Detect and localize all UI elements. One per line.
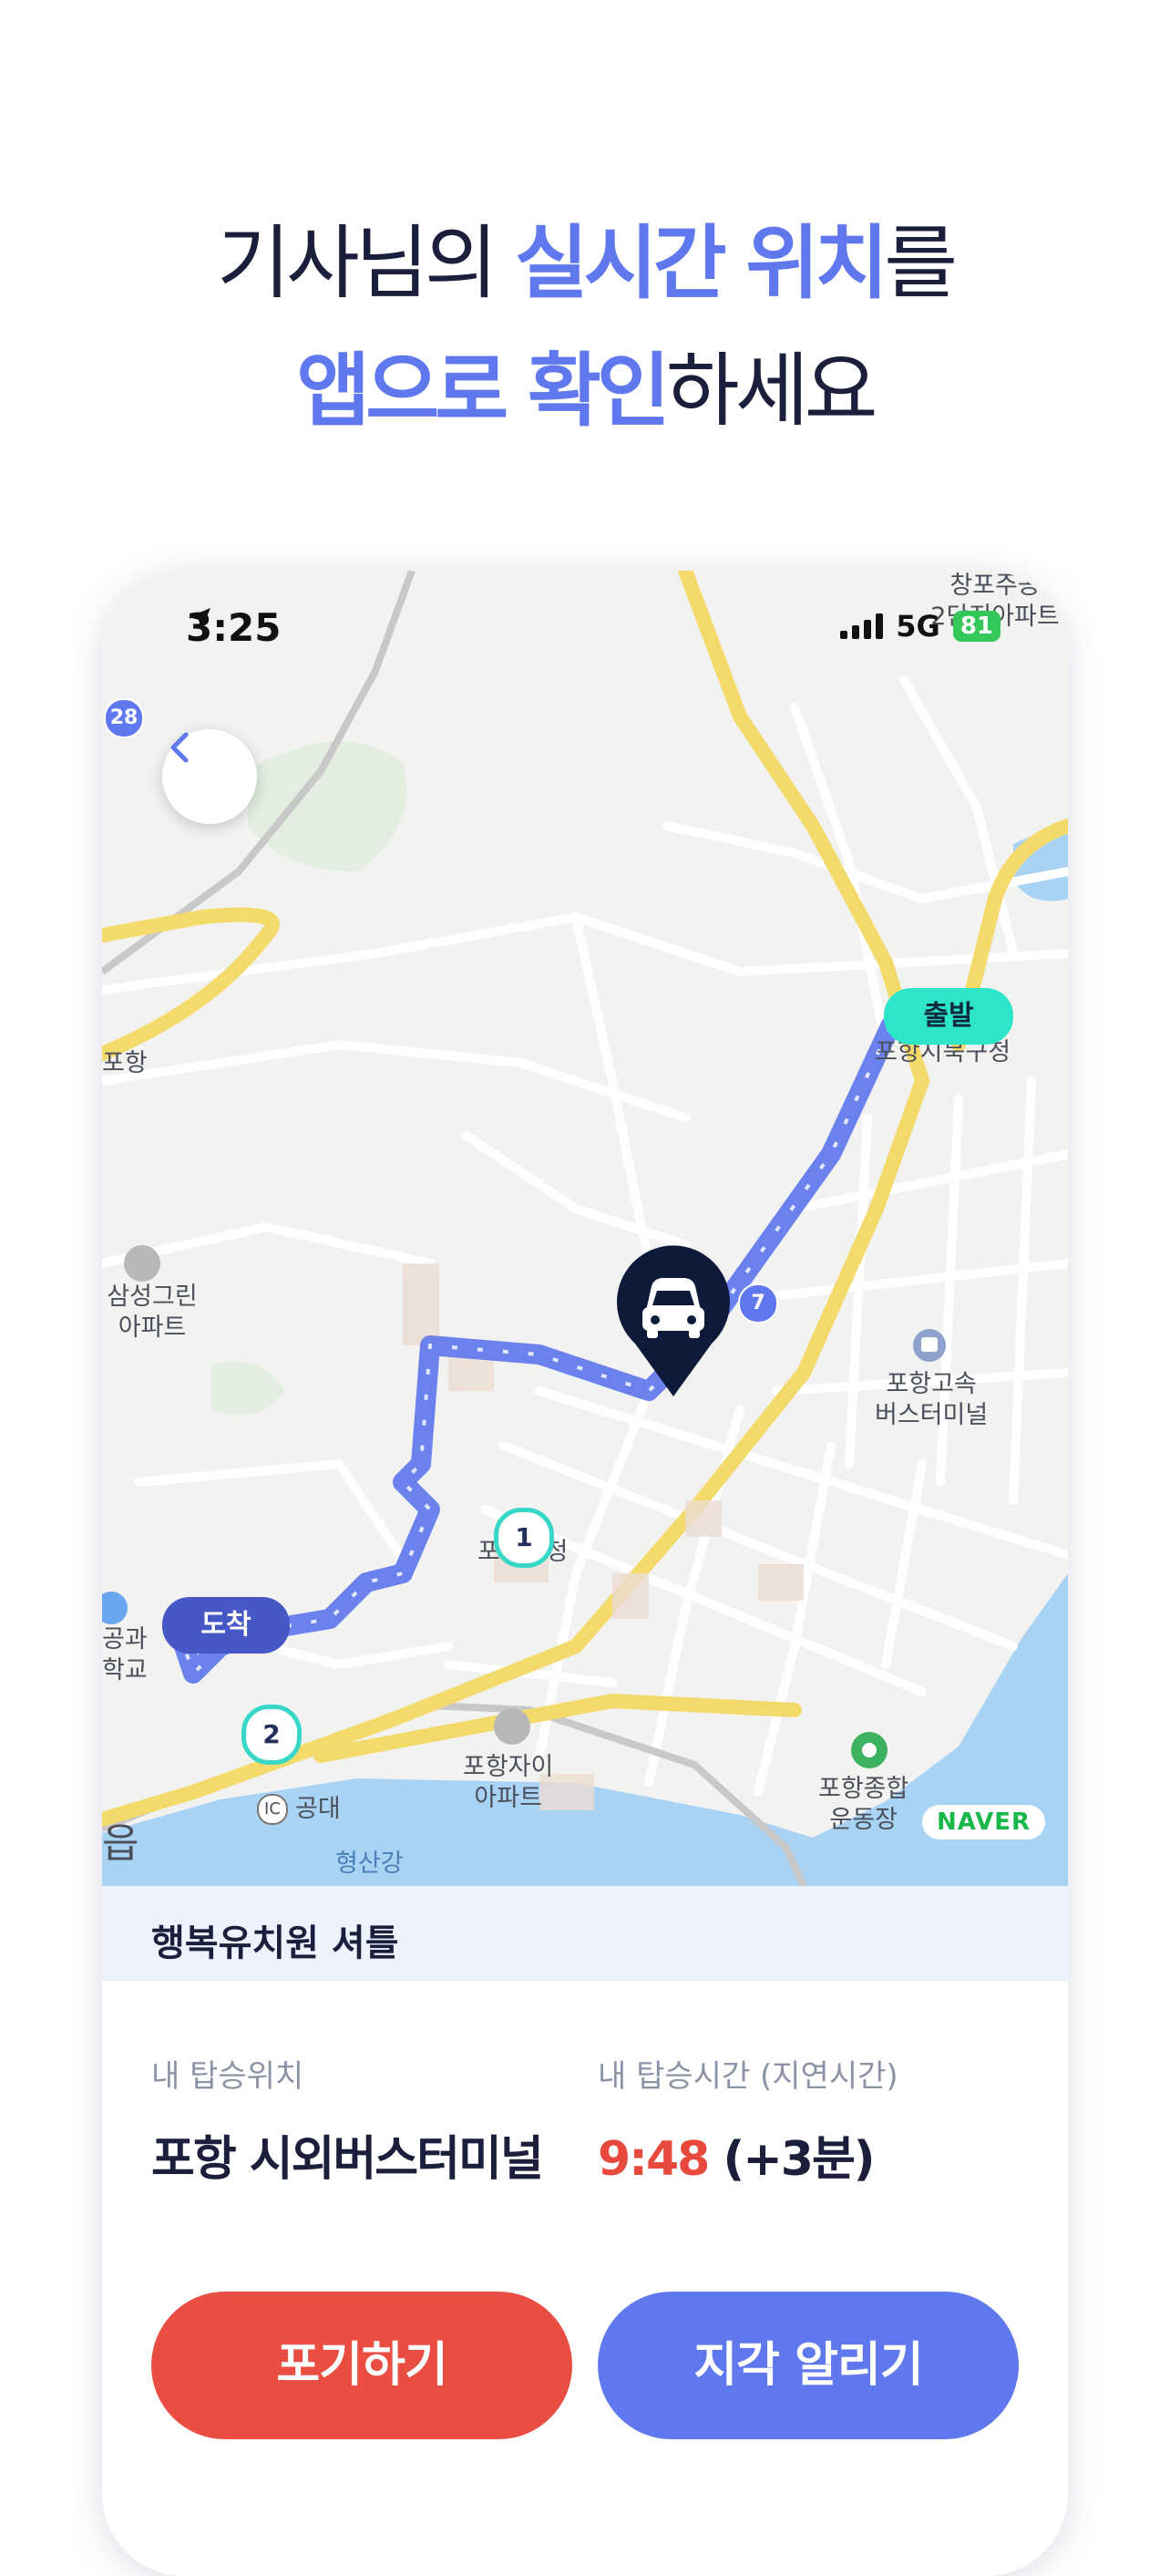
status-bar-time: 3:25 [186, 605, 281, 650]
place-label: 포항자이 아파트 [463, 1753, 554, 1812]
park-area [211, 1362, 284, 1416]
boarding-time: 9:48 [598, 2132, 710, 2187]
place-label: 공대 [295, 1795, 341, 1823]
headline-highlight: 앱으로 확인 [296, 344, 670, 438]
headline-line-1: 기사님의 실시간 위치를 [0, 199, 1170, 314]
road-sign-28: 28 [104, 698, 144, 738]
network-type: 5G [896, 609, 940, 644]
place-label: 공과 학교 [102, 1625, 148, 1685]
status-bar-indicators: 5G 81 [840, 609, 1001, 644]
shuttle-name: 행복유치원 셔틀 [151, 1922, 399, 1964]
school-icon [102, 1592, 128, 1624]
naver-logo: NAVER [922, 1805, 1046, 1839]
place-label: 포항종합 운동장 [818, 1775, 909, 1834]
place-label: 삼성그린 아파트 [107, 1283, 198, 1342]
start-badge: 출발 [884, 988, 1013, 1045]
boarding-location-label: 내 탑승위치 [151, 2058, 304, 2095]
cellular-signal-icon [840, 613, 884, 639]
boarding-time-value: 9:48 (+3분) [598, 2120, 876, 2189]
map-view[interactable]: 창포주공 2단지아파트 포항시북구청 포항 삼성그린 아파트 포항고속 버스터미… [102, 571, 1068, 1886]
boarding-location-value: 포항 시외버스터미널 [151, 2132, 544, 2187]
headline-text: 기사님의 [216, 216, 515, 310]
ic-label: IC 공대 [257, 1794, 341, 1825]
car-location-pin [617, 1245, 730, 1396]
stop-marker-2[interactable]: 2 [241, 1705, 302, 1765]
place-label: 포항고속 버스터미널 [875, 1370, 989, 1429]
place-label: 포항 [102, 1049, 148, 1077]
headline-text: 하세요 [665, 344, 878, 438]
river-label: 형산강 [335, 1850, 404, 1878]
give-up-button[interactable]: 포기하기 [151, 2292, 572, 2439]
apartment-icon [494, 1708, 530, 1745]
headline-highlight: 실시간 위치 [514, 216, 888, 310]
end-badge: 도착 [162, 1597, 290, 1654]
location-arrow-icon [189, 608, 210, 630]
shuttle-header: 행복유치원 셔틀 [102, 1886, 1068, 1981]
battery-icon: 81 [952, 611, 1001, 642]
chevron-left-icon [170, 732, 189, 763]
back-button[interactable] [162, 729, 257, 824]
boarding-time-label: 내 탑승시간 (지연시간) [598, 2058, 898, 2095]
ic-icon: IC [257, 1794, 288, 1825]
stop-marker-1[interactable]: 1 [494, 1508, 554, 1568]
place-label: 읍 [102, 1820, 139, 1867]
phone-frame: 창포주공 2단지아파트 포항시북구청 포항 삼성그린 아파트 포항고속 버스터미… [102, 571, 1068, 2576]
road-sign-7: 7 [738, 1283, 778, 1324]
headline-text: 를 [884, 216, 958, 310]
notify-late-button[interactable]: 지각 알리기 [598, 2292, 1019, 2439]
car-icon [642, 1278, 704, 1338]
delay-time: (+3분) [723, 2132, 875, 2187]
headline-line-2: 앱으로 확인하세요 [0, 326, 1170, 442]
apartment-icon [124, 1245, 160, 1282]
